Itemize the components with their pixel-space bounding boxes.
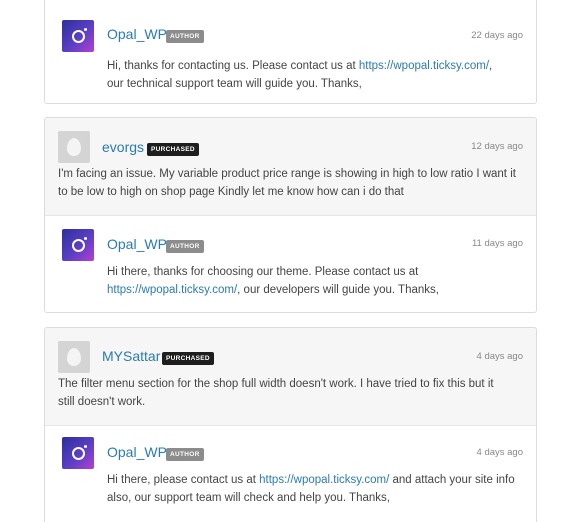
- author-name[interactable]: Opal_WP: [107, 26, 167, 42]
- reply-timestamp: 22 days ago: [471, 30, 523, 41]
- purchased-badge: PURCHASED: [162, 352, 214, 365]
- buyer-comment: MYSattar PURCHASED 4 days ago The filter…: [45, 328, 536, 426]
- opal-logo-icon: [71, 444, 87, 460]
- opal-logo-icon: [71, 27, 87, 43]
- comment-timestamp: 4 days ago: [476, 351, 523, 362]
- author-avatar[interactable]: [62, 437, 94, 469]
- comment-thread: Opal_WP AUTHOR 22 days ago Hi, thanks fo…: [44, 0, 537, 104]
- reply-timestamp: 11 days ago: [471, 238, 523, 249]
- buyer-comment: evorgs PURCHASED 12 days ago I'm facing …: [45, 118, 536, 216]
- reply-text: Hi there, please contact us at https://w…: [107, 474, 515, 504]
- buyer-name[interactable]: evorgs: [102, 139, 144, 155]
- comment-thread: MYSattar PURCHASED 4 days ago The filter…: [44, 327, 537, 522]
- author-badge: AUTHOR: [166, 240, 204, 253]
- reply-text: Hi, thanks for contacting us. Please con…: [107, 60, 493, 90]
- support-link[interactable]: https://wpopal.ticksy.com/: [259, 474, 389, 486]
- default-avatar-icon: [67, 348, 81, 366]
- author-reply: Opal_WP AUTHOR 11 days ago Hi there, tha…: [45, 216, 536, 312]
- support-link[interactable]: https://wpopal.ticksy.com/: [107, 284, 237, 296]
- buyer-avatar[interactable]: [58, 131, 90, 163]
- author-reply: Opal_WP AUTHOR 22 days ago Hi, thanks fo…: [45, 0, 536, 103]
- author-name[interactable]: Opal_WP: [107, 444, 167, 460]
- author-reply: Opal_WP AUTHOR 4 days ago Hi there, plea…: [45, 426, 536, 522]
- default-avatar-icon: [67, 138, 81, 156]
- author-badge: AUTHOR: [166, 30, 204, 43]
- author-avatar[interactable]: [62, 20, 94, 52]
- buyer-avatar[interactable]: [58, 341, 90, 373]
- support-link[interactable]: https://wpopal.ticksy.com/: [359, 60, 489, 72]
- opal-logo-icon: [71, 236, 87, 252]
- comment-timestamp: 12 days ago: [471, 141, 523, 152]
- author-name[interactable]: Opal_WP: [107, 236, 167, 252]
- author-badge: AUTHOR: [166, 448, 204, 461]
- purchased-badge: PURCHASED: [147, 143, 199, 156]
- comment-thread: evorgs PURCHASED 12 days ago I'm facing …: [44, 117, 537, 313]
- reply-timestamp: 4 days ago: [476, 447, 523, 458]
- buyer-name[interactable]: MYSattar: [102, 348, 160, 364]
- comment-text: The filter menu section for the shop ful…: [58, 378, 494, 408]
- comment-text: I'm facing an issue. My variable product…: [58, 168, 516, 198]
- reply-text: Hi there, thanks for choosing our theme.…: [107, 266, 439, 296]
- author-avatar[interactable]: [62, 229, 94, 261]
